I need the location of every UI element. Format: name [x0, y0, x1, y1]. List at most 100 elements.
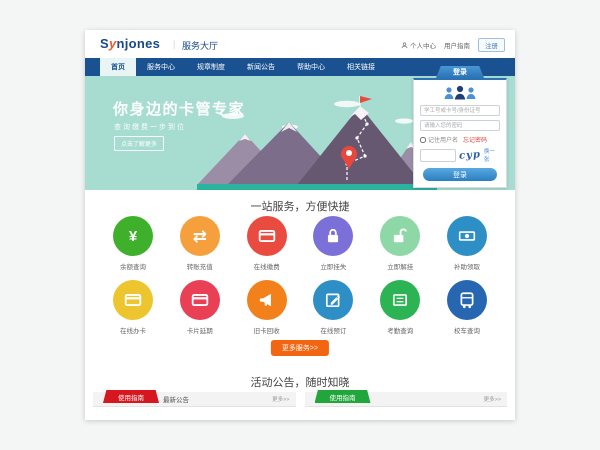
captcha-row: cyp 换一张	[420, 147, 500, 163]
banknote-icon	[458, 227, 476, 245]
yen-icon: ¥	[129, 229, 137, 244]
users-group-icon	[442, 85, 478, 101]
service-circle[interactable]	[180, 280, 220, 320]
service-balance[interactable]: ¥ 余额查询	[107, 216, 159, 271]
service-label: 补助领取	[454, 261, 480, 271]
login-tab[interactable]: 登录	[436, 66, 484, 78]
service-circle[interactable]: ⇄	[180, 216, 220, 256]
user-icon	[401, 42, 408, 49]
personal-center-label: 个人中心	[410, 40, 436, 50]
service-subsidy[interactable]: 补助领取	[441, 216, 493, 271]
login-card: 记住用户名 忘记密码 cyp 换一张 登录	[413, 78, 507, 188]
password-input[interactable]	[420, 120, 500, 131]
nav-item-links[interactable]: 相关链接	[336, 58, 386, 76]
transfer-icon: ⇄	[193, 228, 207, 245]
username-input[interactable]	[420, 105, 500, 116]
service-circle[interactable]	[313, 216, 353, 256]
service-school-bus[interactable]: 校车查询	[441, 280, 493, 335]
nav-item-home[interactable]: 首页	[100, 58, 136, 76]
card-icon	[124, 291, 142, 309]
site-subtitle: 服务大厅	[182, 39, 218, 52]
lock-icon	[324, 227, 342, 245]
service-apply-card[interactable]: 在线办卡	[107, 280, 159, 335]
user-guide-link[interactable]: 用户指南	[444, 40, 470, 50]
header: Synjones | 服务大厅 个人中心 用户指南 注册	[85, 30, 515, 58]
service-label: 在线预订	[320, 325, 346, 335]
remember-checkbox[interactable]	[420, 137, 426, 143]
nav-item-help-center[interactable]: 帮助中心	[286, 58, 336, 76]
services-title: 一站服务，方便快捷	[85, 198, 515, 214]
service-circle[interactable]: ¥	[113, 216, 153, 256]
user-guide-label: 用户指南	[444, 40, 470, 50]
ribbon-tab-guide[interactable]: 使用指南	[315, 390, 371, 403]
ribbon-tab-guide[interactable]: 使用指南	[103, 390, 159, 403]
service-label: 转账充值	[187, 261, 213, 271]
login-button[interactable]: 登录	[423, 168, 497, 181]
logo-divider: |	[173, 39, 175, 49]
register-button[interactable]: 注册	[478, 38, 505, 52]
forgot-password-link[interactable]: 忘记密码	[463, 135, 487, 144]
hero-cta-button[interactable]: 点击了解更多	[114, 136, 164, 151]
service-label: 考勤查询	[387, 325, 413, 335]
megaphone-icon	[258, 291, 276, 309]
service-online-booking[interactable]: 在线预订	[307, 280, 359, 335]
service-transfer[interactable]: ⇄ 转账充值	[174, 216, 226, 271]
personal-center-link[interactable]: 个人中心	[401, 40, 436, 50]
unlock-icon	[391, 227, 409, 245]
service-label: 在线办卡	[120, 325, 146, 335]
service-label: 校车查询	[454, 325, 480, 335]
services-row-1: ¥ 余额查询 ⇄ 转账充值 在线缴费 立即挂失 立即解挂	[85, 216, 515, 271]
service-circle[interactable]	[313, 280, 353, 320]
service-label: 旧卡回收	[254, 325, 280, 335]
service-label: 卡片延期	[187, 325, 213, 335]
service-label: 立即挂失	[320, 261, 346, 271]
more-link[interactable]: 更多>>	[484, 395, 501, 403]
grass-strip	[197, 184, 437, 190]
captcha-image[interactable]: cyp	[459, 149, 482, 162]
service-card-recycle[interactable]: 旧卡回收	[241, 280, 293, 335]
topbar-right: 个人中心 用户指南 注册	[401, 38, 505, 52]
card-icon	[191, 291, 209, 309]
nav-item-rules[interactable]: 规章制度	[186, 58, 236, 76]
service-label: 立即解挂	[387, 261, 413, 271]
service-label: 余额查询	[120, 261, 146, 271]
attendance-icon	[391, 291, 409, 309]
more-services-button[interactable]: 更多服务>>	[271, 340, 329, 356]
service-circle[interactable]	[247, 216, 287, 256]
service-online-payment[interactable]: 在线缴费	[241, 216, 293, 271]
remember-label: 记住用户名	[428, 135, 458, 144]
guide-panel-left: 使用指南 最新公告 更多>>	[93, 392, 296, 407]
logo-y-mark: y	[109, 36, 117, 51]
remember-row: 记住用户名 忘记密码	[420, 135, 500, 144]
login-panel: 登录 记住用户名 忘记密码 cyp 换一张 登录	[413, 66, 507, 188]
service-label: 在线缴费	[254, 261, 280, 271]
tab-latest-news[interactable]: 最新公告	[163, 394, 189, 404]
service-circle[interactable]	[113, 280, 153, 320]
more-link[interactable]: 更多>>	[272, 395, 289, 403]
service-card-renewal[interactable]: 卡片延期	[174, 280, 226, 335]
bus-icon	[458, 291, 476, 309]
service-circle[interactable]	[447, 280, 487, 320]
panel-header: 使用指南 最新公告 更多>>	[93, 392, 296, 407]
nav-item-news[interactable]: 新闻公告	[236, 58, 286, 76]
brand-logo[interactable]: Synjones	[100, 36, 160, 51]
service-cancel-loss[interactable]: 立即解挂	[374, 216, 426, 271]
service-circle[interactable]	[380, 280, 420, 320]
edit-icon	[324, 291, 342, 309]
guide-panel-right: 使用指南 更多>>	[305, 392, 508, 407]
mountain-illustration	[197, 94, 437, 190]
service-attendance[interactable]: 考勤查询	[374, 280, 426, 335]
nav-item-service-center[interactable]: 服务中心	[136, 58, 186, 76]
panel-header: 使用指南 更多>>	[305, 392, 508, 407]
flag-icon	[360, 96, 372, 103]
logo-text: S	[100, 36, 109, 51]
announcement-panels: 使用指南 最新公告 更多>> 使用指南 更多>>	[85, 392, 515, 407]
captcha-input[interactable]	[420, 149, 456, 162]
service-circle[interactable]	[447, 216, 487, 256]
captcha-refresh-link[interactable]: 换一张	[484, 147, 500, 163]
announcements-title: 活动公告，随时知晓	[85, 374, 515, 390]
service-circle[interactable]	[380, 216, 420, 256]
hero-subtitle: 查询缴费一步到位	[114, 122, 186, 132]
service-circle[interactable]	[247, 280, 287, 320]
service-report-loss[interactable]: 立即挂失	[307, 216, 359, 271]
